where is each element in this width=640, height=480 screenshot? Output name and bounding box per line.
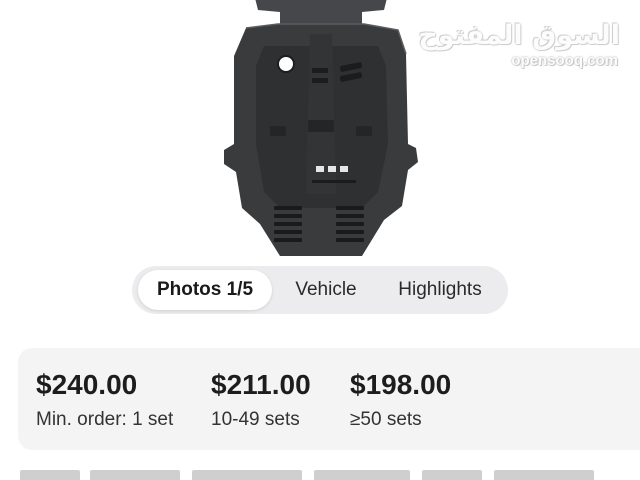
skid-plate-body <box>224 0 418 256</box>
text-fragment <box>20 470 80 480</box>
watermark-latin-text: opensooq.com <box>511 52 618 69</box>
media-tab-bar: Photos 1/5 Vehicle Highlights <box>132 266 508 314</box>
tab-highlights[interactable]: Highlights <box>376 270 504 310</box>
skid-plate-image[interactable] <box>212 0 430 262</box>
price-tier: $240.00 Min. order: 1 set <box>36 368 173 431</box>
tier-price: $211.00 <box>211 369 311 400</box>
watermark-arabic-text: السوق المفتوح <box>418 20 620 51</box>
opensooq-watermark: السوق المفتوح opensooq.com <box>418 20 620 69</box>
tab-vehicle[interactable]: Vehicle <box>276 270 376 310</box>
tier-quantity: ≥50 sets <box>350 409 422 430</box>
tier-price: $240.00 <box>36 369 138 400</box>
text-fragment <box>90 470 180 480</box>
price-tier: $198.00 ≥50 sets <box>350 368 451 431</box>
price-tiers-card[interactable]: $240.00 Min. order: 1 set $211.00 10-49 … <box>18 348 640 450</box>
text-fragment <box>422 470 482 480</box>
text-fragment <box>314 470 410 480</box>
product-description-cutoff <box>20 470 620 480</box>
tab-photos[interactable]: Photos 1/5 <box>138 270 272 310</box>
text-fragment <box>192 470 302 480</box>
product-photo-area[interactable]: السوق المفتوح opensooq.com <box>0 0 640 262</box>
tier-price: $198.00 <box>350 369 452 400</box>
text-fragment <box>494 470 594 480</box>
price-tier: $211.00 10-49 sets <box>211 368 311 431</box>
tier-quantity: Min. order: 1 set <box>36 409 174 430</box>
tier-quantity: 10-49 sets <box>211 409 300 430</box>
